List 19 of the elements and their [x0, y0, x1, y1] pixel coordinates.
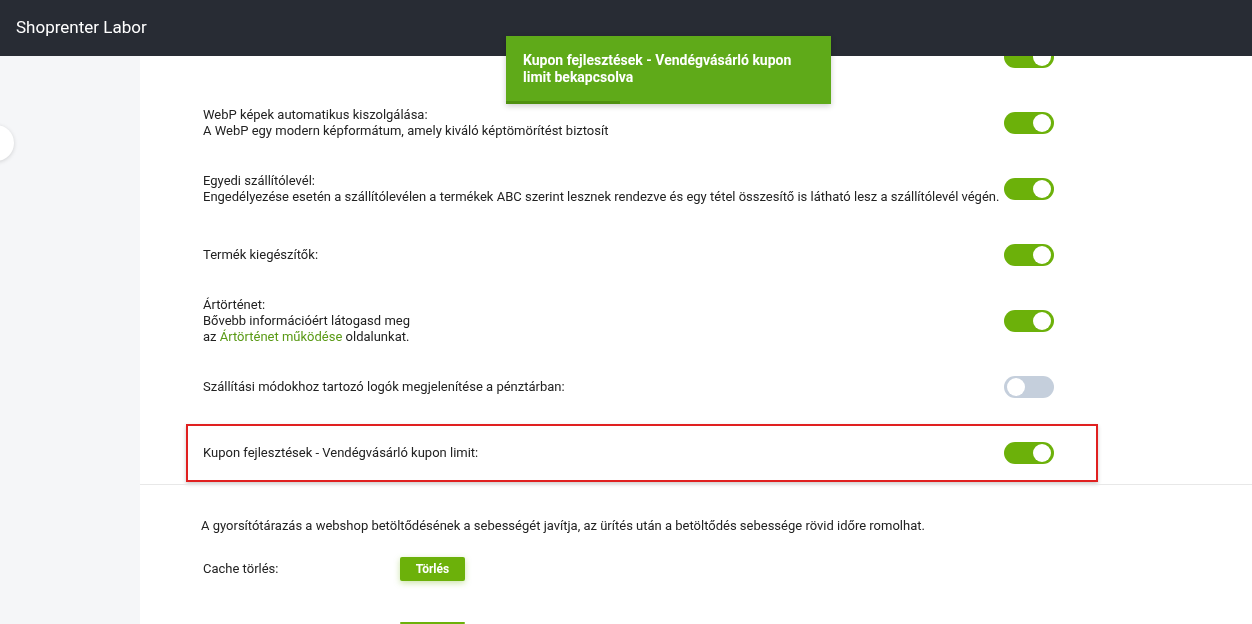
cache-note: A gyorsítótárazás a webshop betöltődésének a sebességét javítja, az ürítés után a betöltődés sebessége rövid időre romolhat.	[201, 517, 926, 536]
setting-label: Termék kiegészítők:	[203, 247, 319, 263]
toggle-switch[interactable]	[1004, 178, 1054, 200]
setting-label: Kupon fejlesztések - Vendégvásárló kupon limit:	[203, 445, 479, 461]
setting-label: Egyedi szállítólevél: Engedélyezése esetén a szállítólevélen a termékek ABC szerint lesznek rendezve és egy tétel összesítő is látható lesz a szállítólevél végén.	[203, 173, 1000, 205]
toggle-switch[interactable]	[1004, 376, 1054, 398]
toast-message: Kupon fejlesztések - Vendégvásárló kupon limit bekapcsolva	[522, 51, 793, 87]
toggle-switch[interactable]	[1004, 442, 1054, 464]
info-link[interactable]: Ártörténet működése	[219, 329, 343, 344]
toggle-switch[interactable]	[1004, 112, 1054, 134]
cache-label: Cache törlés:	[203, 559, 280, 578]
delete-button[interactable]: Törlés	[400, 556, 465, 581]
setting-label: Ártörténet: Bővebb információért látogasd meg az Ártörténet működése oldalunkat.	[203, 297, 410, 345]
setting-label: WebP képek automatikus kiszolgálása: A WebP egy modern képformátum, amely kiváló képtömörítést biztosít	[203, 107, 609, 139]
app-title: Shoprenter Labor	[16, 16, 147, 40]
toggle-switch[interactable]	[1004, 244, 1054, 266]
toggle-switch[interactable]	[1004, 310, 1054, 332]
action-button[interactable]	[400, 621, 465, 624]
setting-label: Szállítási módokhoz tartozó logók megjelenítése a pénztárban:	[203, 379, 565, 395]
